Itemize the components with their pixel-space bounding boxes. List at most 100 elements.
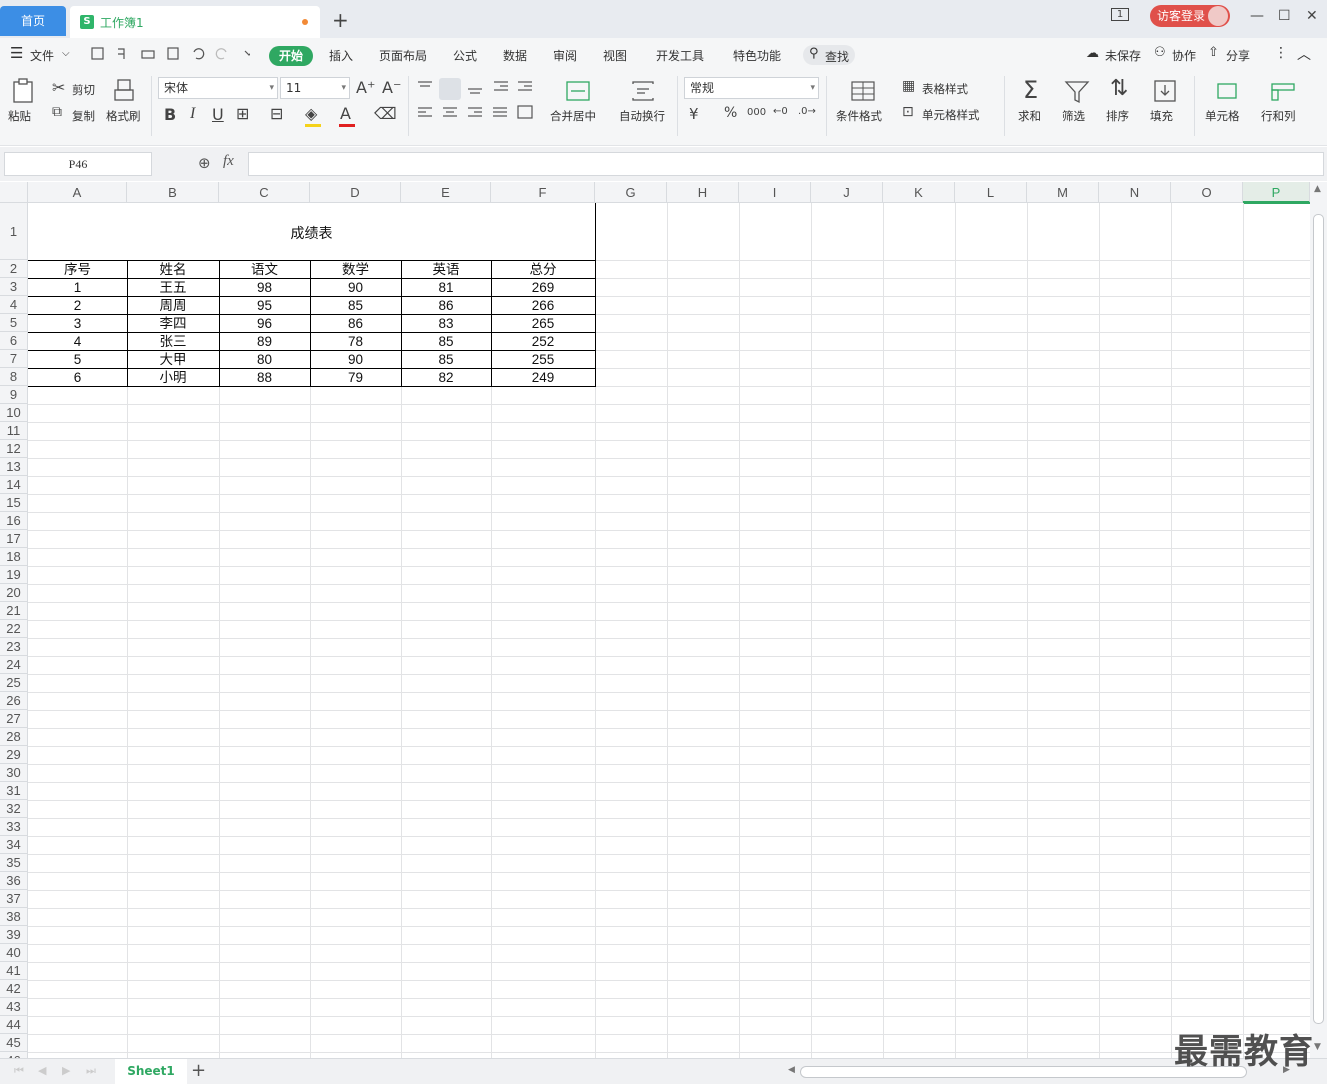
table-cell[interactable]: 张三 — [127, 333, 219, 350]
table-cell[interactable]: 李四 — [127, 315, 219, 332]
row-header[interactable]: 19 — [0, 566, 28, 584]
column-header[interactable]: D — [310, 182, 401, 203]
row-header[interactable]: 32 — [0, 800, 28, 818]
spreadsheet-grid[interactable]: ABCDEFGHIJKLMNOP 1 2 3 4 5 6 7 8 9 10 11 12 13 14 15 16… — [0, 182, 1310, 1058]
row-header[interactable]: 8 — [0, 368, 28, 386]
row-header[interactable]: 21 — [0, 602, 28, 620]
column-header[interactable]: M — [1027, 182, 1099, 203]
new-tab-button[interactable]: + — [332, 8, 349, 32]
row-header[interactable]: 28 — [0, 728, 28, 746]
vertical-scrollbar[interactable]: ▲ ▼ — [1310, 182, 1327, 1058]
cut-button[interactable]: 剪切 — [72, 82, 95, 98]
table-cell[interactable]: 周周 — [127, 297, 219, 314]
sort-icon[interactable]: ⇅ — [1110, 76, 1128, 101]
decrease-decimal-icon[interactable]: .0→ — [798, 106, 816, 117]
fill-icon[interactable] — [1153, 79, 1177, 103]
increase-font-icon[interactable]: A⁺ — [356, 78, 375, 97]
table-cell[interactable]: 78 — [310, 333, 401, 350]
table-cell[interactable]: 3 — [28, 315, 127, 332]
copy-icon[interactable]: ⧉ — [52, 104, 62, 120]
row-column-button[interactable]: 行和列 — [1261, 108, 1296, 124]
table-cell[interactable]: 小明 — [127, 369, 219, 386]
row-header[interactable]: 17 — [0, 530, 28, 548]
name-box[interactable]: P46 — [4, 152, 152, 176]
row-header[interactable]: 16 — [0, 512, 28, 530]
menu-developer[interactable]: 开发工具 — [656, 47, 704, 64]
increase-decimal-icon[interactable]: ←0 — [773, 106, 788, 117]
login-button[interactable]: 访客登录 — [1150, 5, 1230, 27]
column-header[interactable]: J — [811, 182, 883, 203]
select-all-corner[interactable] — [0, 182, 28, 203]
table-cell[interactable]: 80 — [219, 351, 310, 368]
cell-icon[interactable] — [1214, 80, 1240, 102]
chevron-down-icon[interactable]: ⌵ — [62, 48, 70, 59]
paste-label[interactable]: 粘贴 — [8, 108, 31, 124]
border-icon[interactable]: ⊞ — [236, 104, 249, 123]
row-header[interactable]: 3 — [0, 278, 28, 296]
collab-button[interactable]: 协作 — [1172, 47, 1196, 64]
italic-icon[interactable]: I — [190, 105, 195, 123]
column-header[interactable]: C — [219, 182, 310, 203]
row-header[interactable]: 24 — [0, 656, 28, 674]
row-header[interactable]: 41 — [0, 962, 28, 980]
row-header[interactable]: 29 — [0, 746, 28, 764]
row-header[interactable]: 38 — [0, 908, 28, 926]
menu-insert[interactable]: 插入 — [329, 47, 353, 64]
wrap-text-icon[interactable] — [630, 80, 656, 102]
home-tab[interactable]: 首页 — [0, 6, 66, 36]
table-header-cell[interactable]: 总分 — [491, 261, 595, 278]
quick-access-toolbar[interactable] — [90, 46, 250, 62]
row-header[interactable]: 34 — [0, 836, 28, 854]
row-header[interactable]: 33 — [0, 818, 28, 836]
fill-color-icon[interactable]: ◈ — [305, 104, 317, 123]
column-header[interactable]: N — [1099, 182, 1171, 203]
menu-page-layout[interactable]: 页面布局 — [379, 47, 427, 64]
table-header-cell[interactable]: 序号 — [28, 261, 127, 278]
row-header[interactable]: 31 — [0, 782, 28, 800]
table-cell[interactable]: 255 — [491, 351, 595, 368]
table-cell[interactable]: 85 — [401, 333, 491, 350]
table-cell[interactable]: 266 — [491, 297, 595, 314]
table-cell[interactable]: 269 — [491, 279, 595, 296]
next-sheet-icon[interactable]: ▶ — [62, 1064, 70, 1077]
table-header-cell[interactable]: 数学 — [310, 261, 401, 278]
table-style-icon[interactable]: ▦ — [902, 78, 915, 94]
column-header[interactable]: E — [401, 182, 491, 203]
row-header[interactable]: 2 — [0, 260, 28, 278]
font-color-icon[interactable]: A — [340, 104, 351, 123]
row-header[interactable]: 25 — [0, 674, 28, 692]
table-cell[interactable]: 85 — [310, 297, 401, 314]
bold-icon[interactable]: B — [164, 105, 176, 124]
row-header[interactable]: 42 — [0, 980, 28, 998]
menu-review[interactable]: 审阅 — [553, 47, 577, 64]
column-header[interactable]: F — [491, 182, 595, 203]
table-header-cell[interactable]: 语文 — [219, 261, 310, 278]
menu-file[interactable]: 文件 — [30, 47, 54, 64]
row-header[interactable]: 9 — [0, 386, 28, 404]
table-cell[interactable]: 82 — [401, 369, 491, 386]
row-header[interactable]: 23 — [0, 638, 28, 656]
table-cell[interactable]: 90 — [310, 351, 401, 368]
row-header[interactable]: 27 — [0, 710, 28, 728]
table-cell[interactable]: 86 — [401, 297, 491, 314]
table-cell[interactable]: 98 — [219, 279, 310, 296]
row-header[interactable]: 22 — [0, 620, 28, 638]
table-cell[interactable]: 90 — [310, 279, 401, 296]
row-header[interactable]: 30 — [0, 764, 28, 782]
row-header[interactable]: 18 — [0, 548, 28, 566]
minimize-icon[interactable]: — — [1250, 8, 1264, 24]
table-cell[interactable]: 王五 — [127, 279, 219, 296]
row-header[interactable]: 40 — [0, 944, 28, 962]
row-header[interactable]: 11 — [0, 422, 28, 440]
font-size-select[interactable]: 11 — [280, 77, 350, 99]
column-header[interactable]: O — [1171, 182, 1243, 203]
currency-button[interactable]: ¥ — [689, 105, 699, 123]
column-header[interactable]: P — [1243, 182, 1310, 203]
more-icon[interactable]: ⋮ — [1274, 45, 1288, 61]
row-header[interactable]: 20 — [0, 584, 28, 602]
cell-style-icon[interactable]: ⊡ — [902, 104, 914, 120]
formula-input[interactable] — [248, 152, 1324, 176]
sheet-tab-sheet1[interactable]: Sheet1 — [115, 1059, 187, 1084]
row-header[interactable]: 39 — [0, 926, 28, 944]
thousands-button[interactable]: 000 — [747, 107, 766, 118]
